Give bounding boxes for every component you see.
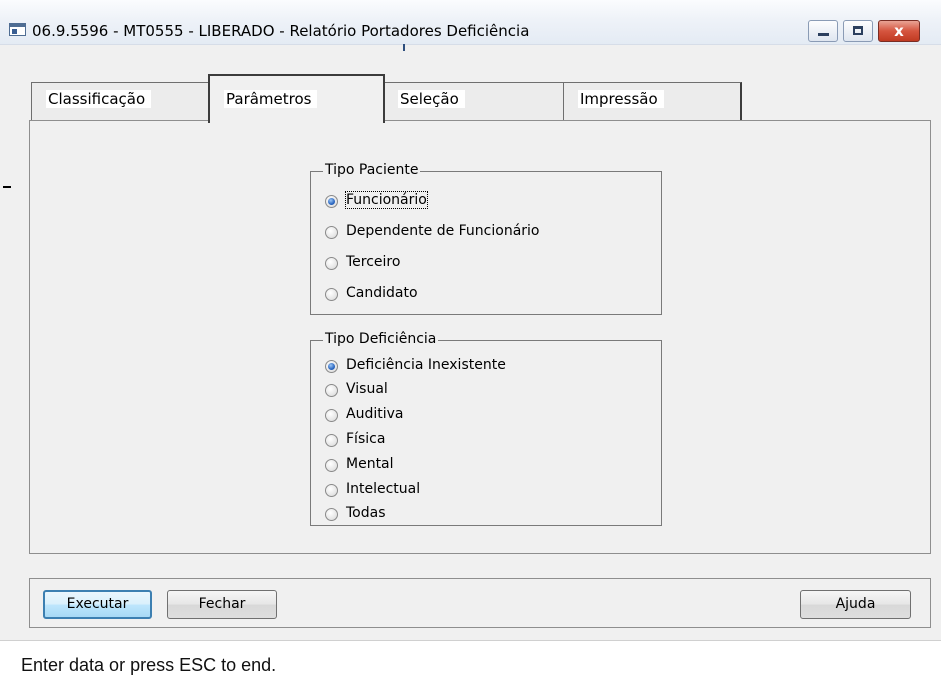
status-bar: Enter data or press ESC to end. (0, 640, 941, 692)
application-window: 06.9.5596 - MT0555 - LIBERADO - Relatóri… (0, 0, 941, 692)
tab-label: Seleção (398, 90, 465, 108)
maximize-button[interactable] (843, 20, 873, 42)
splitter-mark (403, 44, 405, 51)
radio-icon (325, 434, 338, 447)
window-title: 06.9.5596 - MT0555 - LIBERADO - Relatóri… (32, 22, 530, 40)
radio-label: Intelectual (346, 481, 421, 497)
fechar-button[interactable]: Fechar (167, 590, 277, 619)
tab-classificacao[interactable]: Classificação (31, 82, 211, 120)
button-bar: Executar Fechar Ajuda (29, 578, 931, 628)
radio-icon (325, 257, 338, 270)
radio-icon (325, 409, 338, 422)
radio-icon (325, 459, 338, 472)
tab-selecao[interactable]: Seleção (383, 82, 565, 120)
tab-impressao[interactable]: Impressão (563, 82, 742, 120)
tab-label: Impressão (578, 90, 664, 108)
close-button[interactable]: x (878, 20, 920, 42)
tab-label: Classificação (46, 90, 152, 108)
parametros-panel: Tipo Paciente Funcionário Dependente de … (29, 120, 931, 554)
radio-label: Dependente de Funcionário (346, 223, 540, 239)
title-bar[interactable]: 06.9.5596 - MT0555 - LIBERADO - Relatóri… (0, 0, 941, 45)
group-legend: Tipo Deficiência (323, 331, 439, 347)
tab-parametros[interactable]: Parâmetros (208, 74, 385, 123)
minimize-button[interactable] (808, 20, 838, 42)
close-icon: x (894, 22, 904, 40)
radio-label: Candidato (346, 285, 418, 301)
minimize-icon (818, 33, 829, 36)
radio-icon (325, 508, 338, 521)
radio-label: Visual (346, 381, 388, 397)
radio-selected-icon (325, 195, 338, 208)
radio-icon (325, 484, 338, 497)
radio-label: Deficiência Inexistente (346, 357, 506, 373)
radio-icon (325, 288, 338, 301)
group-legend: Tipo Paciente (323, 162, 421, 178)
radio-label: Terceiro (346, 254, 401, 270)
status-message: Enter data or press ESC to end. (21, 655, 277, 675)
radio-label: Funcionário (345, 191, 428, 209)
radio-selected-icon (325, 360, 338, 373)
cursor-mark (3, 186, 11, 188)
tipo-paciente-group: Tipo Paciente Funcionário Dependente de … (310, 162, 662, 315)
radio-label: Física (346, 431, 386, 447)
radio-label: Mental (346, 456, 394, 472)
app-window-icon[interactable] (9, 23, 26, 36)
tab-label: Parâmetros (224, 90, 318, 108)
maximize-icon (853, 26, 863, 35)
ajuda-button[interactable]: Ajuda (800, 590, 911, 619)
radio-icon (325, 226, 338, 239)
tipo-deficiencia-group: Tipo Deficiência Deficiência Inexistente… (310, 331, 662, 526)
executar-button[interactable]: Executar (43, 590, 152, 619)
radio-label: Auditiva (346, 406, 404, 422)
radio-icon (325, 384, 338, 397)
radio-label: Todas (346, 505, 386, 521)
